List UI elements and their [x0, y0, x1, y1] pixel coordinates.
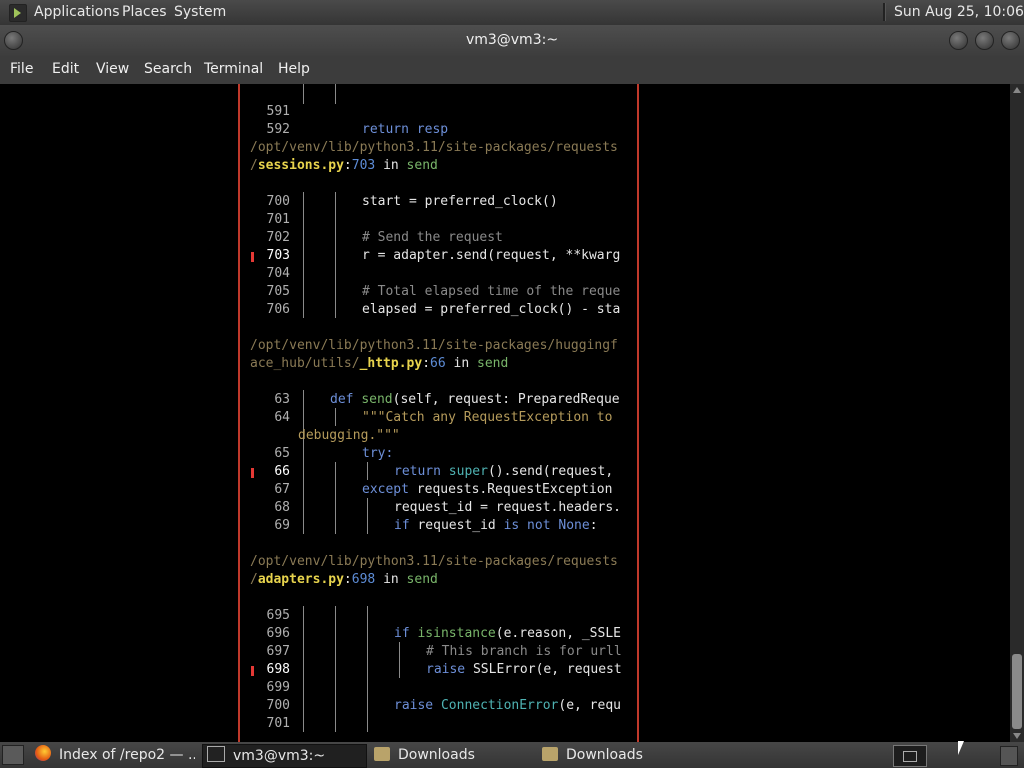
frame-file-name: _http.py: [359, 356, 423, 371]
window-titlebar[interactable]: vm3@vm3:~: [0, 25, 1024, 56]
indent-guide: [335, 84, 336, 104]
menu-file[interactable]: File: [10, 61, 33, 77]
code-line: 591 return resp: [266, 104, 449, 137]
frame-location: ace_hub/utils/_http.py:66 in send: [250, 356, 509, 371]
terminal-output[interactable]: 591 return resp 592 /opt/venv/lib/python…: [0, 84, 1010, 742]
menu-help[interactable]: Help: [278, 61, 310, 77]
window-title: vm3@vm3:~: [465, 32, 559, 48]
code-line: 592: [266, 122, 290, 137]
terminal-scrollbar[interactable]: [1010, 84, 1024, 742]
frame-location: /sessions.py:703 in send: [250, 158, 438, 173]
frame-file-name: sessions.py: [257, 158, 344, 173]
clock[interactable]: Sun Aug 25, 10:06 PM: [894, 4, 1024, 20]
indent-guide: [335, 462, 336, 534]
applications-menu-icon[interactable]: [9, 4, 27, 22]
panel-separator: [883, 3, 886, 21]
task-downloads-1[interactable]: Downloads: [374, 744, 534, 766]
folder-icon: [542, 747, 558, 761]
frame-location: /adapters.py:698 in send: [250, 572, 438, 587]
scrollbar-thumb[interactable]: [1012, 654, 1022, 729]
task-downloads-2[interactable]: Downloads: [542, 744, 702, 766]
firefox-icon: [35, 745, 51, 761]
system-menu[interactable]: System: [174, 4, 226, 20]
menu-terminal[interactable]: Terminal: [204, 61, 263, 77]
workspace-switcher[interactable]: [893, 745, 927, 767]
indent-guide: [303, 84, 304, 104]
indent-guide: [367, 498, 368, 534]
mouse-cursor-icon: [958, 741, 964, 755]
menu-view[interactable]: View: [96, 61, 129, 77]
task-terminal[interactable]: vm3@vm3:~: [202, 744, 367, 768]
terminal-icon: [207, 746, 225, 762]
applications-menu[interactable]: Applications: [34, 4, 120, 20]
menu-search[interactable]: Search: [144, 61, 192, 77]
show-desktop-icon[interactable]: [2, 745, 24, 765]
indent-guide: [335, 606, 336, 732]
indent-guide: [335, 408, 336, 426]
maximize-icon[interactable]: [975, 31, 994, 50]
traceback-frame-border-right: [637, 84, 639, 742]
folder-icon: [374, 747, 390, 761]
indent-guide: [367, 462, 368, 480]
indent-guide: [335, 192, 336, 318]
close-icon[interactable]: [1001, 31, 1020, 50]
trash-icon[interactable]: [1000, 746, 1018, 766]
menubar: File Edit View Search Terminal Help: [0, 56, 1024, 84]
indent-guide: [367, 606, 368, 732]
indent-guide: [303, 606, 304, 732]
indent-guide: [399, 642, 400, 678]
top-panel: Applications Places System Sun Aug 25, 1…: [0, 0, 1024, 25]
places-menu[interactable]: Places: [122, 4, 167, 20]
frame-path: /opt/venv/lib/python3.11/site-packages/r…: [250, 554, 618, 569]
indent-guide: [303, 192, 304, 318]
frame-path: /opt/venv/lib/python3.11/site-packages/h…: [250, 338, 618, 353]
scroll-up-icon[interactable]: [1013, 87, 1021, 93]
minimize-icon[interactable]: [949, 31, 968, 50]
menu-edit[interactable]: Edit: [52, 61, 79, 77]
scroll-down-icon[interactable]: [1013, 733, 1021, 739]
frame-path: /opt/venv/lib/python3.11/site-packages/r…: [250, 140, 618, 155]
task-firefox[interactable]: Index of /repo2 — ...: [35, 744, 195, 766]
indent-guide: [303, 390, 304, 534]
frame-file-name: adapters.py: [257, 572, 344, 587]
taskbar: Index of /repo2 — ... vm3@vm3:~ Download…: [0, 742, 1024, 768]
